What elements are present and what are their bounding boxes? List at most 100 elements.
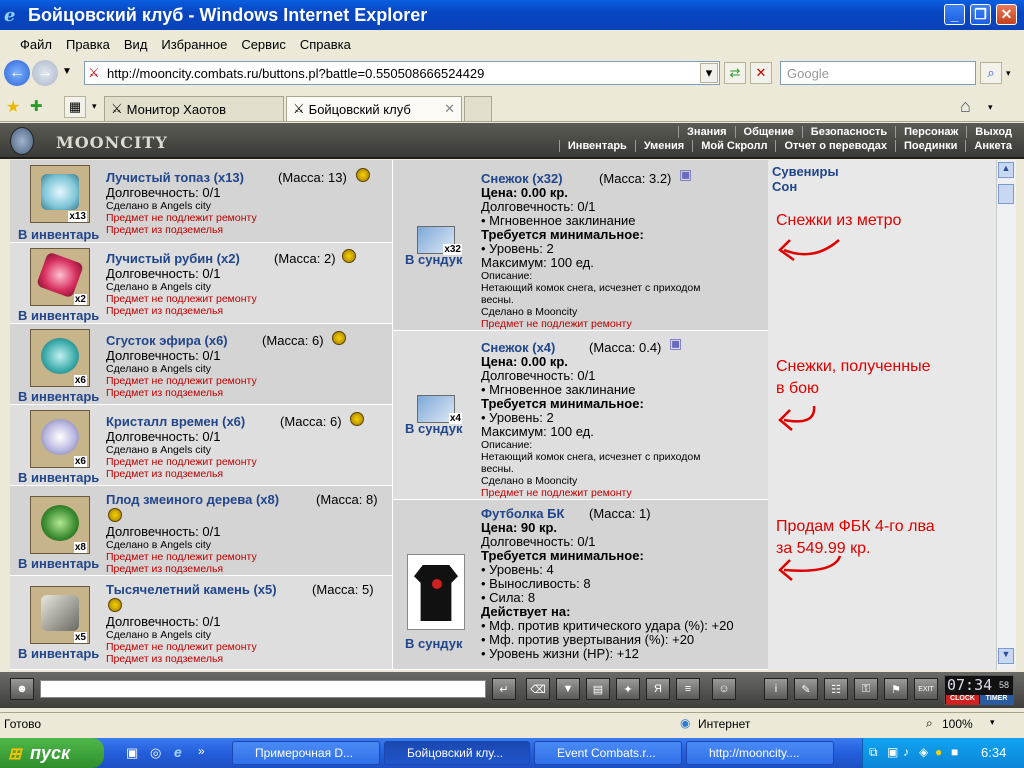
item-image[interactable]: x6 [30, 329, 90, 387]
snowball-icon[interactable]: x32 [417, 226, 462, 255]
send-icon[interactable]: ↵ [492, 678, 516, 700]
to-chest-link[interactable]: В сундук [405, 252, 462, 267]
address-dropdown-icon[interactable]: ▾ [700, 63, 718, 83]
tab-close-icon[interactable]: ✕ [444, 101, 455, 117]
to-inventory-link[interactable]: В инвентарь [18, 646, 99, 661]
item-name[interactable]: Лучистый топаз (x13) [106, 170, 244, 185]
task-fitting-room[interactable]: Примерочная D... [232, 741, 380, 765]
search-options-icon[interactable]: ▾ [1006, 68, 1011, 79]
search-icon[interactable]: ⌕ [980, 62, 1002, 84]
snowball-icon[interactable]: x4 [417, 395, 462, 424]
clock-button[interactable]: CLOCK [946, 695, 979, 705]
item-name[interactable]: Снежок (x32) [481, 171, 563, 186]
quicklaunch-ie-icon[interactable]: e [174, 744, 182, 760]
filter-icon[interactable]: ▼ [556, 678, 580, 700]
info-icon[interactable]: i [764, 678, 788, 700]
forward-button[interactable]: → [32, 60, 58, 86]
smile-icon[interactable]: ☺ [712, 678, 736, 700]
search-input[interactable]: Google [780, 61, 976, 85]
quick-tabs-icon[interactable]: ▦ [64, 96, 86, 118]
refresh-icon[interactable]: ⇄ [724, 62, 746, 84]
item-name[interactable]: Тысячелетний камень (x5) [106, 582, 277, 597]
item-name[interactable]: Лучистый рубин (x2) [106, 251, 240, 266]
menu-file[interactable]: Файл [20, 37, 52, 52]
minimize-button[interactable]: _ [944, 4, 965, 25]
item-image[interactable]: x8 [30, 496, 90, 554]
tab-fight-club[interactable]: ⚔ Бойцовский клуб ✕ [286, 96, 462, 121]
translit-icon[interactable]: Я [646, 678, 670, 700]
scroll-down-icon[interactable]: ▼ [998, 648, 1014, 664]
quicklaunch-explorer-icon[interactable]: ◎ [150, 745, 161, 761]
scroll-thumb[interactable] [998, 184, 1014, 204]
menu-battles[interactable]: Поединки [895, 140, 965, 152]
item-name[interactable]: Кристалл времен (x6) [106, 414, 245, 429]
maximize-button[interactable]: ❐ [970, 4, 991, 25]
scroll-up-icon[interactable]: ▲ [998, 162, 1014, 178]
sleep-link[interactable]: Сон [772, 179, 797, 194]
menu-character[interactable]: Персонаж [895, 126, 966, 138]
friends-icon[interactable]: ☷ [824, 678, 848, 700]
network-icon[interactable]: ⧉ [869, 745, 878, 760]
item-image[interactable]: x2 [30, 248, 90, 306]
souvenirs-link[interactable]: Сувениры [772, 164, 839, 179]
menu-my-scroll[interactable]: Мой Скролл [692, 140, 775, 152]
vertical-scrollbar[interactable]: ▲ ▼ [996, 160, 1016, 670]
item-name[interactable]: Плод змеиного дерева (x8) [106, 492, 279, 507]
item-image[interactable]: x13 [30, 165, 90, 223]
task-fight-club[interactable]: Бойцовский клу... [384, 741, 530, 765]
menu-security[interactable]: Безопасность [801, 126, 895, 138]
lock-icon[interactable]: ⚿ [854, 678, 878, 700]
flag-icon[interactable]: ⚑ [884, 678, 908, 700]
security-icon[interactable]: ● [935, 745, 942, 759]
exit-button[interactable]: EXIT [914, 678, 938, 700]
monitor-icon[interactable]: ▣ [887, 745, 898, 759]
menu-inventory[interactable]: Инвентарь [558, 140, 635, 152]
item-name[interactable]: Футболка БК [481, 506, 564, 521]
menu-help[interactable]: Справка [300, 37, 351, 52]
chat-input[interactable] [40, 680, 486, 698]
close-button[interactable]: ✕ [996, 4, 1017, 25]
to-inventory-link[interactable]: В инвентарь [18, 470, 99, 485]
save-icon[interactable]: ▤ [586, 678, 610, 700]
menu-edit[interactable]: Правка [66, 37, 110, 52]
home-icon[interactable]: ⌂ [960, 96, 971, 117]
tray-clock[interactable]: 6:34 [981, 745, 1006, 760]
quicklaunch-more-icon[interactable]: » [198, 744, 205, 758]
menu-transfers[interactable]: Отчет о переводах [775, 140, 895, 152]
security-zone[interactable]: Интернет [698, 717, 750, 731]
menu-tools[interactable]: Сервис [241, 37, 286, 52]
to-chest-link[interactable]: В сундук [405, 636, 462, 651]
menu-skills[interactable]: Умения [634, 140, 692, 152]
menu-view[interactable]: Вид [124, 37, 148, 52]
fighter-icon[interactable]: ✦ [616, 678, 640, 700]
to-inventory-link[interactable]: В инвентарь [18, 389, 99, 404]
chat-speed-icon[interactable]: ≡ [676, 678, 700, 700]
quicklaunch-media-icon[interactable]: ▣ [126, 745, 138, 761]
eraser-icon[interactable]: ⌫ [526, 678, 550, 700]
zoom-dropdown-icon[interactable]: ▾ [990, 717, 995, 728]
item-image[interactable]: x6 [30, 410, 90, 468]
item-name[interactable]: Сгусток эфира (x6) [106, 333, 228, 348]
home-dropdown-icon[interactable]: ▾ [988, 102, 993, 113]
tab-monitor[interactable]: ⚔ Монитор Хаотов [104, 96, 284, 121]
back-button[interactable]: ← [4, 60, 30, 86]
menu-favorites[interactable]: Избранное [161, 37, 227, 52]
window-title-bar[interactable]: Бойцовский клуб - Windows Internet Explo… [0, 0, 1024, 30]
timer-button[interactable]: TIMER [980, 695, 1013, 705]
to-chest-link[interactable]: В сундук [405, 421, 462, 436]
task-mooncity[interactable]: http://mooncity.... [686, 741, 834, 765]
to-inventory-link[interactable]: В инвентарь [18, 308, 99, 323]
task-event-combats[interactable]: Event Combats.r... [534, 741, 682, 765]
new-tab-button[interactable] [464, 96, 492, 121]
app-icon[interactable]: ■ [951, 745, 958, 759]
history-dropdown-icon[interactable]: ▼ [62, 66, 72, 77]
scroll-icon[interactable]: ✎ [794, 678, 818, 700]
add-favorite-icon[interactable]: ✚ [30, 97, 43, 115]
menu-profile[interactable]: Анкета [965, 140, 1020, 152]
to-inventory-link[interactable]: В инвентарь [18, 556, 99, 571]
volume-icon[interactable]: ♪ [903, 745, 909, 759]
tshirt-image[interactable] [407, 554, 465, 630]
start-button[interactable]: ⊞ пуск [0, 738, 104, 768]
tab-list-icon[interactable]: ▾ [92, 101, 97, 112]
address-bar[interactable]: ⚔ http://mooncity.combats.ru/buttons.pl?… [84, 61, 720, 85]
